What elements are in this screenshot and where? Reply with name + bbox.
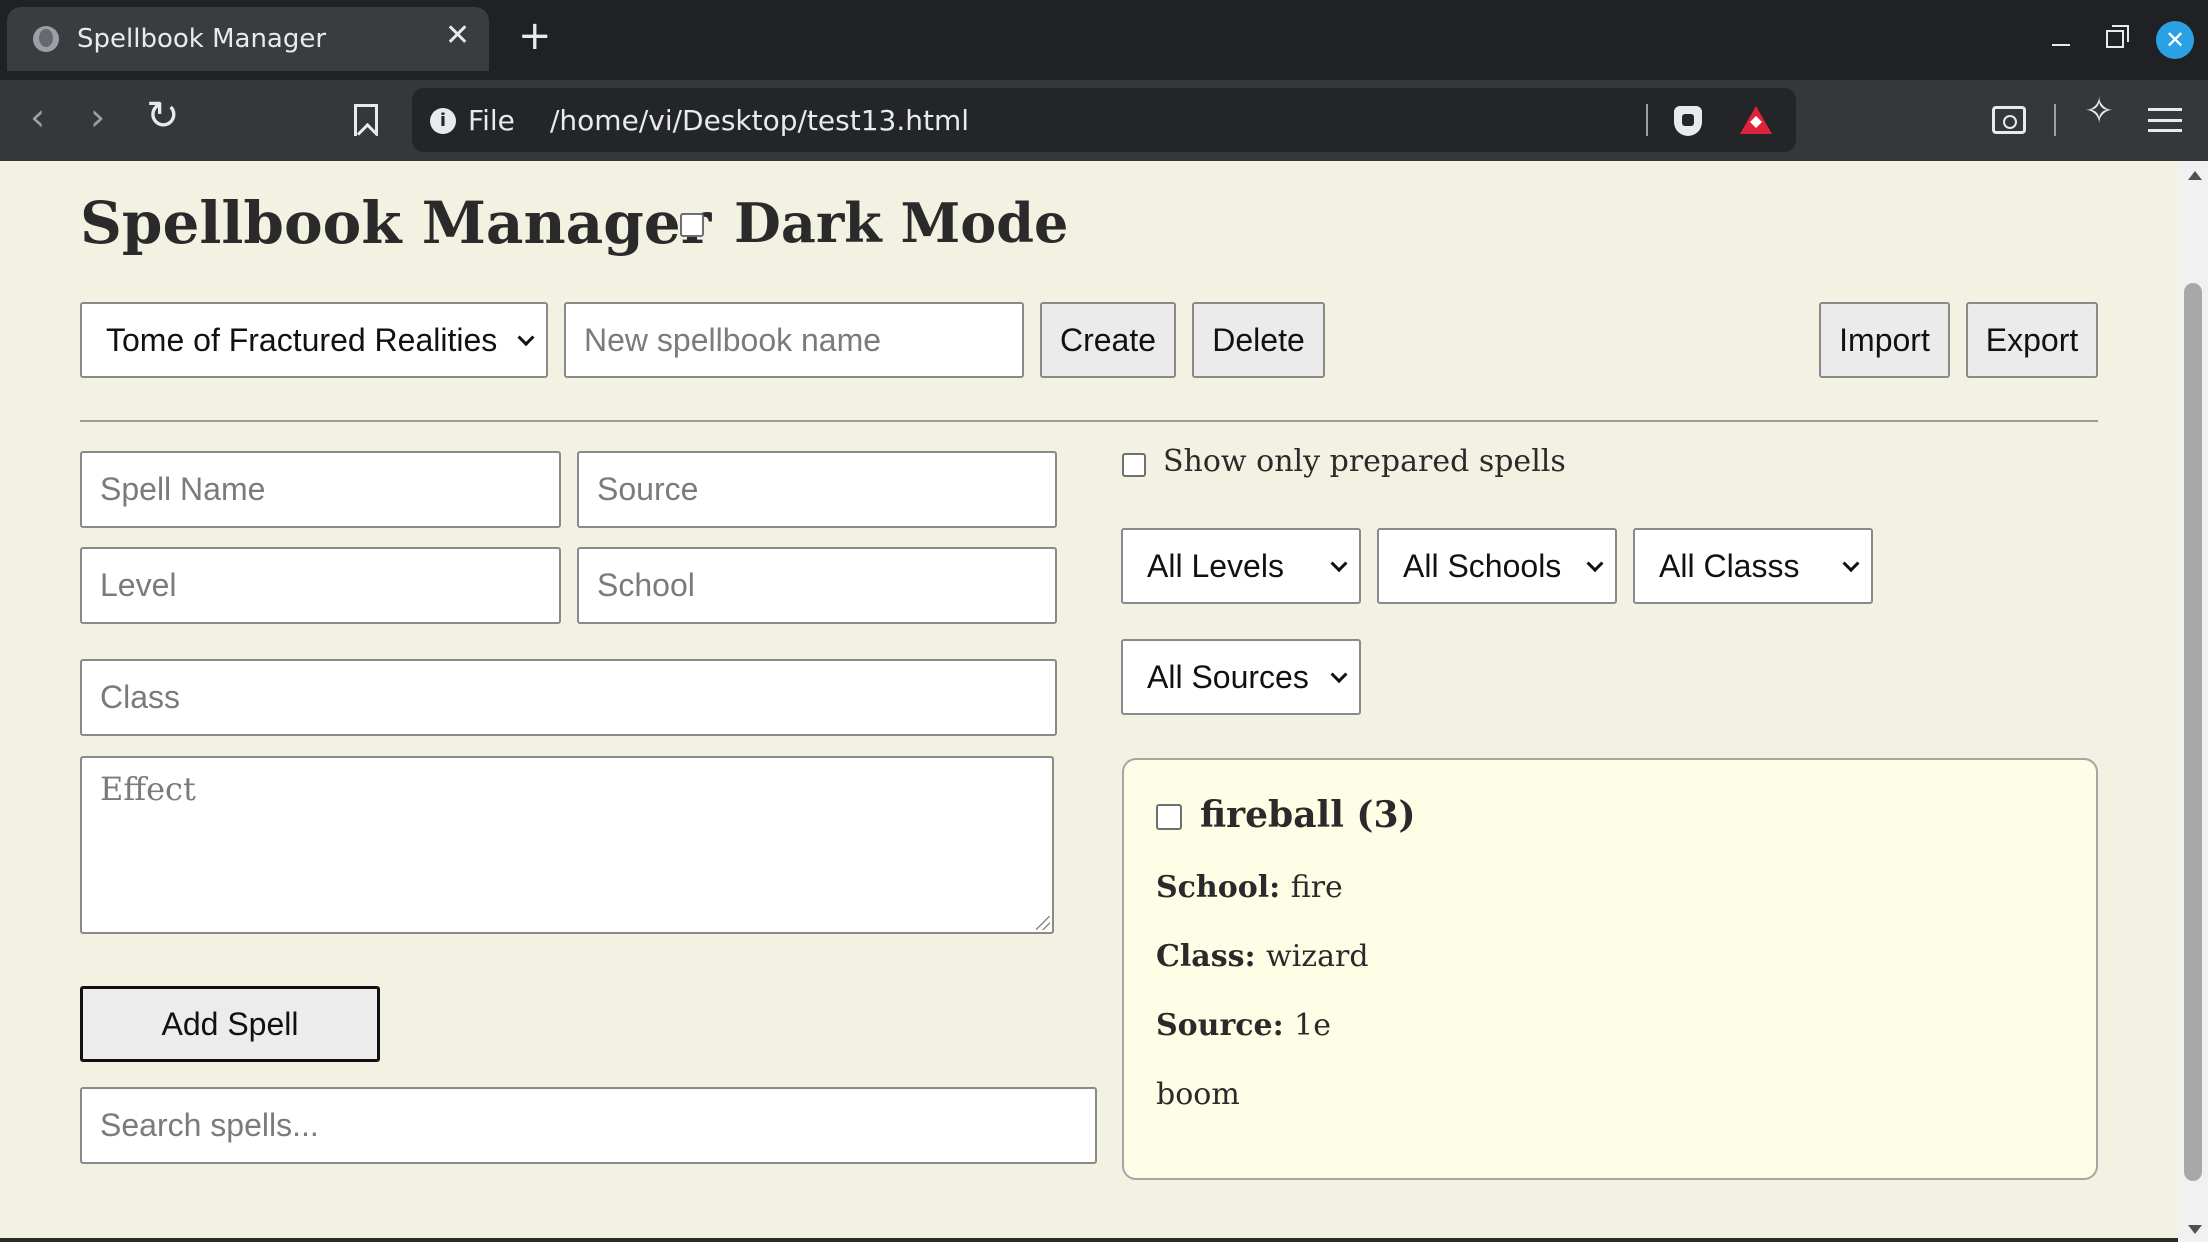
browser-tab[interactable]: Spellbook Manager ✕	[7, 7, 489, 71]
school-filter-select[interactable]: All Schools	[1377, 528, 1617, 604]
section-divider	[80, 420, 2098, 422]
rewards-icon[interactable]	[1740, 106, 1772, 134]
new-tab-icon[interactable]: +	[518, 16, 552, 56]
source-filter-select[interactable]: All Sources	[1121, 639, 1361, 715]
tab-close-icon[interactable]: ✕	[445, 21, 470, 51]
address-divider	[1646, 104, 1648, 136]
add-spell-button[interactable]: Add Spell	[80, 986, 380, 1062]
minimize-icon[interactable]	[2050, 22, 2072, 46]
dark-mode-label: Dark Mode	[734, 191, 1069, 255]
spell-class-row: Class: wizard	[1156, 939, 1369, 974]
vertical-scrollbar[interactable]	[2178, 161, 2208, 1242]
source-filter-value: All Sources	[1147, 658, 1309, 695]
close-window-icon[interactable]: ✕	[2156, 21, 2194, 59]
url-text[interactable]: /home/vi/Desktop/test13.html	[550, 104, 969, 137]
bookmark-icon[interactable]	[354, 104, 378, 136]
chevron-down-icon	[1330, 666, 1348, 684]
restore-icon[interactable]	[2106, 25, 2129, 48]
reader-mode-icon[interactable]	[1992, 106, 2026, 134]
prepared-only-checkbox[interactable]	[1122, 453, 1146, 477]
back-icon[interactable]: ‹	[30, 98, 45, 136]
resize-handle-icon[interactable]	[1036, 916, 1050, 930]
spell-name-input[interactable]: Spell Name	[80, 451, 561, 528]
chevron-down-icon	[1586, 555, 1604, 573]
create-button[interactable]: Create	[1040, 302, 1176, 378]
search-input[interactable]: Search spells...	[80, 1087, 1097, 1164]
delete-button[interactable]: Delete	[1192, 302, 1325, 378]
effect-textarea[interactable]: Effect	[80, 756, 1054, 934]
forward-icon[interactable]: ›	[90, 98, 105, 136]
class-filter-select[interactable]: All Classs	[1633, 528, 1873, 604]
scroll-thumb[interactable]	[2184, 283, 2202, 1181]
address-bar[interactable]: i File /home/vi/Desktop/test13.html	[412, 88, 1796, 152]
globe-icon	[33, 26, 59, 52]
school-input[interactable]: School	[577, 547, 1057, 624]
school-label: School:	[1156, 870, 1291, 905]
new-spellbook-name-input[interactable]: New spellbook name	[564, 302, 1024, 378]
page-title: Spellbook Manager	[80, 189, 712, 257]
effect-placeholder: Effect	[100, 770, 196, 808]
spell-title: fireball (3)	[1200, 794, 1416, 836]
toolbar-divider	[2054, 104, 2056, 136]
chevron-down-icon	[517, 329, 535, 347]
source-value: 1e	[1294, 1008, 1332, 1043]
scroll-up-icon[interactable]	[2188, 171, 2202, 180]
spell-source-row: Source: 1e	[1156, 1008, 1331, 1043]
window-bottom-edge	[0, 1238, 2178, 1242]
chevron-down-icon	[1330, 555, 1348, 573]
browser-tab-bar: Spellbook Manager ✕ + ✕	[0, 0, 2208, 80]
level-input[interactable]: Level	[80, 547, 561, 624]
menu-icon[interactable]	[2148, 108, 2182, 132]
class-filter-value: All Classs	[1659, 547, 1800, 584]
scroll-down-icon[interactable]	[2188, 1225, 2202, 1234]
import-button[interactable]: Import	[1819, 302, 1950, 378]
reload-icon[interactable]: ↻	[146, 96, 180, 136]
chevron-down-icon	[1842, 555, 1860, 573]
brave-shield-icon[interactable]	[1674, 106, 1702, 136]
spell-school-row: School: fire	[1156, 870, 1343, 905]
spell-effect: boom	[1156, 1077, 1240, 1112]
info-icon[interactable]: i	[430, 108, 456, 134]
browser-toolbar: ‹ › ↻ i File /home/vi/Desktop/test13.htm…	[0, 80, 2208, 161]
school-value: fire	[1290, 870, 1343, 905]
class-input[interactable]: Class	[80, 659, 1057, 736]
export-button[interactable]: Export	[1966, 302, 2098, 378]
spell-card: fireball (3) School: fire Class: wizard …	[1122, 758, 2098, 1180]
source-input[interactable]: Source	[577, 451, 1057, 528]
dark-mode-checkbox[interactable]	[680, 213, 704, 237]
prepared-checkbox[interactable]	[1156, 804, 1182, 830]
url-scheme: File	[468, 104, 515, 137]
level-filter-value: All Levels	[1147, 547, 1284, 584]
source-label: Source:	[1156, 1008, 1295, 1043]
class-value: wizard	[1266, 939, 1369, 974]
level-filter-select[interactable]: All Levels	[1121, 528, 1361, 604]
spellbook-select-value: Tome of Fractured Realities	[106, 321, 498, 358]
class-label: Class:	[1156, 939, 1267, 974]
spellbook-select[interactable]: Tome of Fractured Realities	[80, 302, 548, 378]
tab-title: Spellbook Manager	[77, 24, 327, 54]
ai-assistant-icon[interactable]: ✧	[2084, 94, 2114, 130]
school-filter-value: All Schools	[1403, 547, 1562, 584]
prepared-only-label: Show only prepared spells	[1163, 444, 1566, 479]
